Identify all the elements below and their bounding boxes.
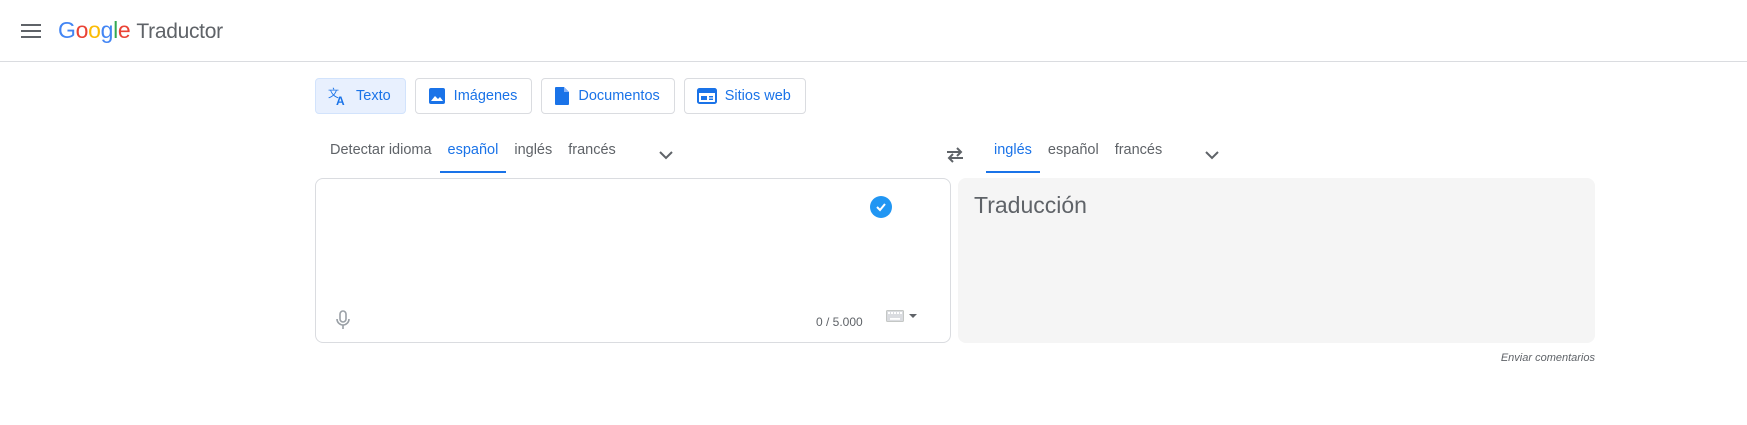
document-icon [555,87,570,105]
chevron-down-icon [659,151,673,160]
swap-languages-button[interactable] [940,140,970,170]
mode-button-text[interactable]: 文 A Texto [315,78,406,114]
source-text-input[interactable] [330,191,860,291]
voice-input-button[interactable] [330,307,356,333]
mode-selector: 文 A Texto Imágenes Documentos Sitios web [315,78,806,114]
target-language-bar: inglés español francés [986,138,1232,178]
swap-arrows-icon [947,147,963,163]
caret-down-icon [909,314,917,318]
send-feedback-link[interactable]: Enviar comentarios [1501,352,1595,364]
logo-letter: G [58,17,76,43]
source-text-panel: 0 / 5.000 [315,178,951,343]
mode-label: Imágenes [453,88,518,104]
mode-button-websites[interactable]: Sitios web [683,78,806,114]
svg-text:A: A [336,94,345,106]
mode-label: Documentos [578,88,660,104]
microphone-icon [336,310,350,329]
image-icon [428,88,445,104]
translation-output-panel: Traducción [958,178,1595,343]
character-count: 0 / 5.000 [816,315,863,329]
source-lang-detect[interactable]: Detectar idioma [322,133,440,173]
mode-label: Sitios web [724,88,791,104]
source-language-bar: Detectar idioma español inglés francés [322,138,686,178]
logo-letter: g [100,17,114,43]
product-name: Traductor [136,20,223,43]
check-icon [870,196,892,218]
hamburger-menu-icon [21,24,41,38]
keyboard-icon [886,310,904,322]
target-lang-french[interactable]: francés [1107,133,1171,173]
logo-letter: e [117,17,131,43]
chevron-down-icon [1205,151,1219,160]
logo-letter: o [88,17,101,43]
mode-button-documents[interactable]: Documentos [541,78,675,114]
logo-letter: o [75,17,89,43]
source-lang-spanish[interactable]: español [439,133,507,173]
target-lang-more-button[interactable] [1192,133,1232,178]
mode-label: Texto [356,88,391,104]
target-lang-spanish[interactable]: español [1040,133,1107,173]
source-lang-more-button[interactable] [646,133,686,178]
website-icon [696,88,717,104]
input-tools-button[interactable] [886,310,918,322]
source-lang-english[interactable]: inglés [506,133,560,173]
translation-placeholder: Traducción [974,192,1087,218]
top-app-bar: Google Traductor [0,0,1747,62]
mode-button-images[interactable]: Imágenes [414,78,533,114]
source-lang-french[interactable]: francés [560,133,624,173]
main-menu-button[interactable] [14,14,48,48]
translate-icon: 文 A [328,86,345,106]
target-lang-english[interactable]: inglés [986,133,1040,173]
google-translate-logo[interactable]: Google Traductor [58,17,223,44]
